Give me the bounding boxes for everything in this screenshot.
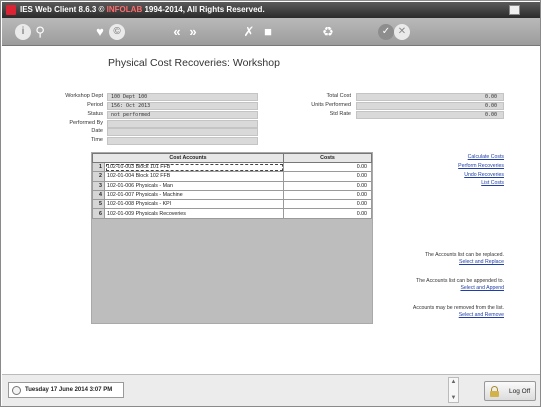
status-label: Status — [87, 111, 103, 117]
row-number: 5 — [92, 199, 105, 210]
window-corner-icon[interactable] — [509, 5, 520, 15]
time-field — [107, 137, 258, 145]
status-field: not performed — [107, 111, 258, 119]
performed-by-field — [107, 120, 258, 128]
cost-accounts-header[interactable]: Cost Accounts — [92, 153, 284, 163]
back-icon[interactable]: « — [169, 24, 185, 40]
date-field — [107, 128, 258, 136]
workshop-dept-field[interactable]: 100 Dept 100 — [107, 93, 258, 101]
cost-cell[interactable]: 0.00 — [283, 199, 372, 210]
cost-cell[interactable]: 0.00 — [283, 180, 372, 191]
cost-cell[interactable]: 0.00 — [283, 189, 372, 201]
list-costs-link[interactable]: List Costs — [421, 180, 504, 186]
append-note: The Accounts list can be appended to. — [416, 278, 504, 284]
account-cell[interactable]: 102-01-003 Block 101 FFB — [104, 161, 284, 173]
title-bar: IES Web Client 8.6.3 © INFOLAB 1994-2014… — [2, 2, 540, 18]
select-and-remove-link[interactable]: Select and Remove — [381, 312, 504, 318]
account-cell[interactable]: 102-01-006 Physicals - Man — [104, 180, 284, 191]
select-and-append-link[interactable]: Select and Append — [381, 285, 504, 291]
table-row[interactable]: 3 102-01-006 Physicals - Man 0.00 — [92, 180, 372, 191]
costs-header[interactable]: Costs — [283, 153, 372, 163]
search-icon[interactable]: ⚲ — [32, 24, 48, 40]
total-cost-field: 0.00 — [356, 93, 504, 101]
status-scrollbar[interactable]: ▲ ▼ — [448, 377, 459, 403]
replace-note: The Accounts list can be replaced. — [424, 252, 504, 258]
toolbar: i ⚲ ♥ © « » ✗ ■ ♻ ✓ ✕ — [2, 18, 540, 46]
row-number: 3 — [92, 180, 105, 191]
std-rate-field: 0.00 — [356, 111, 504, 119]
table-row[interactable]: 1 102-01-003 Block 101 FFB 0.00 — [92, 161, 372, 173]
window-title: IES Web Client 8.6.3 © INFOLAB 1994-2014… — [20, 5, 265, 14]
status-bar: Tuesday 17 June 2014 3:07 PM ▲ ▼ Log Off — [2, 374, 540, 406]
cost-accounts-table: Cost Accounts Costs 1 102-01-003 Block 1… — [92, 153, 372, 219]
cost-cell[interactable]: 0.00 — [283, 161, 372, 173]
ok-icon[interactable]: ✓ — [378, 24, 394, 40]
account-cell[interactable]: 102-01-008 Physicals - KPI — [104, 199, 284, 210]
app-logo-icon — [6, 5, 16, 15]
row-number: 1 — [92, 161, 105, 173]
app-window: IES Web Client 8.6.3 © INFOLAB 1994-2014… — [0, 0, 541, 407]
workshop-dept-label: Workshop Dept — [65, 93, 103, 99]
table-row[interactable]: 6 102-01-009 Physicals Recoveries 0.00 — [92, 208, 372, 219]
date-label: Date — [91, 128, 103, 134]
scroll-down-icon[interactable]: ▼ — [449, 394, 458, 402]
table-row[interactable]: 4 102-01-007 Physicals - Machine 0.00 — [92, 189, 372, 201]
scroll-up-icon[interactable]: ▲ — [449, 378, 458, 386]
select-and-replace-link[interactable]: Select and Replace — [381, 259, 504, 265]
stop-icon[interactable]: ■ — [260, 24, 276, 40]
clock-icon — [12, 386, 21, 395]
row-number: 2 — [92, 171, 105, 182]
performed-by-label: Performed By — [69, 120, 103, 126]
calculate-costs-link[interactable]: Calculate Costs — [421, 154, 504, 160]
page-title: Physical Cost Recoveries: Workshop — [108, 57, 280, 69]
period-field[interactable]: 156: Oct 2013 — [107, 102, 258, 110]
period-label: Period — [87, 102, 103, 108]
copyright-icon[interactable]: © — [109, 24, 125, 40]
total-cost-label: Total Cost — [326, 93, 351, 99]
favorite-heart-icon[interactable]: ♥ — [92, 24, 108, 40]
units-performed-field: 0.00 — [356, 102, 504, 110]
datetime-text: Tuesday 17 June 2014 3:07 PM — [25, 387, 113, 393]
log-off-button[interactable]: Log Off — [484, 381, 536, 401]
undo-recoveries-link[interactable]: Undo Recoveries — [421, 172, 504, 178]
cancel-icon[interactable]: ✕ — [394, 24, 410, 40]
table-row[interactable]: 5 102-01-008 Physicals - KPI 0.00 — [92, 199, 372, 210]
std-rate-label: Std Rate — [329, 111, 351, 117]
units-performed-label: Units Performed — [311, 102, 351, 108]
time-label: Time — [90, 137, 103, 143]
recycle-icon[interactable]: ♻ — [320, 24, 336, 40]
row-number: 6 — [92, 208, 105, 219]
table-row[interactable]: 2 102-01-004 Block 102 FFB 0.00 — [92, 171, 372, 182]
account-cell[interactable]: 102-01-004 Block 102 FFB — [104, 171, 284, 182]
account-cell[interactable]: 102-01-007 Physicals - Machine — [104, 189, 284, 201]
account-cell[interactable]: 102-01-009 Physicals Recoveries — [104, 208, 284, 219]
lock-icon — [490, 386, 499, 397]
log-off-label: Log Off — [509, 388, 531, 395]
perform-recoveries-link[interactable]: Perform Recoveries — [421, 163, 504, 169]
tools-icon[interactable]: ✗ — [241, 24, 257, 40]
row-number: 4 — [92, 189, 105, 201]
forward-icon[interactable]: » — [185, 24, 201, 40]
datetime-box: Tuesday 17 June 2014 3:07 PM — [8, 382, 124, 398]
cost-cell[interactable]: 0.00 — [283, 208, 372, 219]
info-icon[interactable]: i — [15, 24, 31, 40]
cost-cell[interactable]: 0.00 — [283, 171, 372, 182]
remove-note: Accounts may be removed from the list. — [412, 305, 504, 311]
